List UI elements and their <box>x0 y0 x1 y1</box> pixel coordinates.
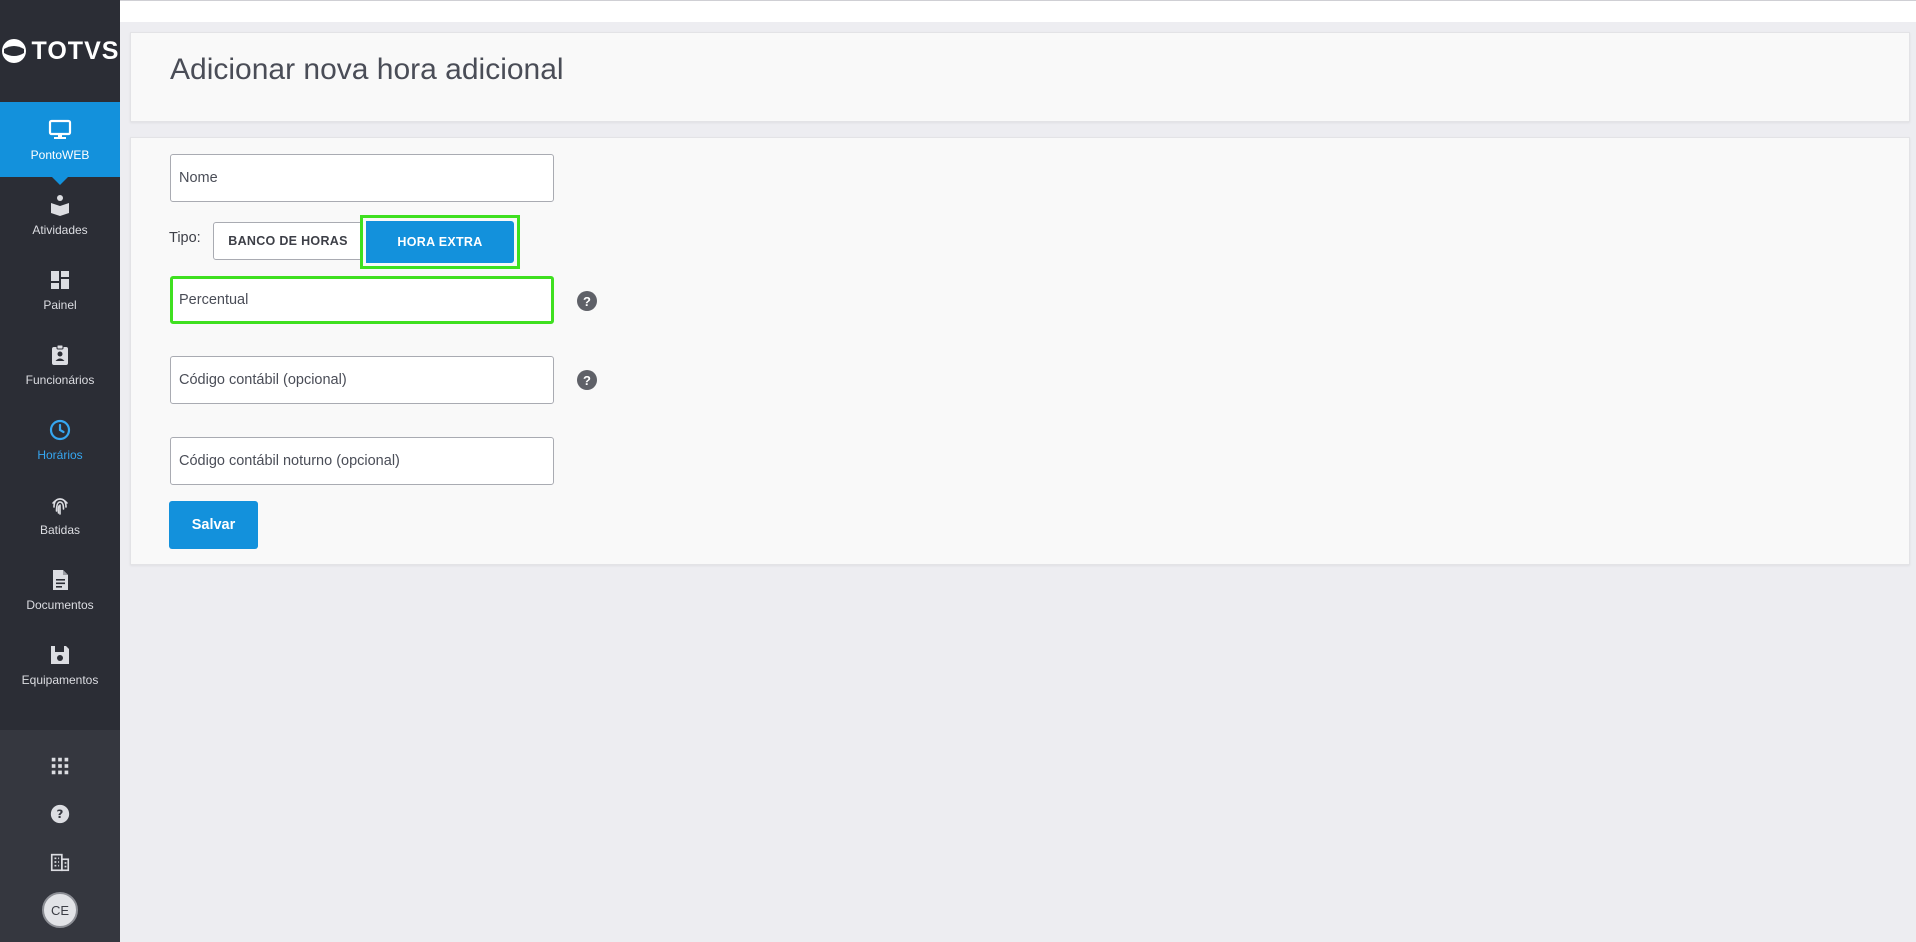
sidebar-item-label: PontoWEB <box>30 147 90 162</box>
sidebar-item-label: Painel <box>43 297 77 312</box>
sidebar-item-equipamentos[interactable]: Equipamentos <box>0 627 120 702</box>
tipo-banco-de-horas-button[interactable]: BANCO DE HORAS <box>213 222 363 260</box>
top-bar <box>120 0 1916 22</box>
clock-icon <box>49 419 71 440</box>
tipo-label: Tipo: <box>169 230 201 246</box>
floppy-icon <box>51 645 69 664</box>
sidebar-item-label: Batidas <box>39 522 81 537</box>
building-icon <box>50 853 70 872</box>
document-icon <box>53 569 68 590</box>
monitor-icon <box>48 119 72 139</box>
company-button[interactable] <box>0 838 120 886</box>
avatar: CE <box>42 892 78 928</box>
codigo-contabil-help-icon[interactable]: ? <box>577 370 597 390</box>
tipo-hora-extra-button[interactable]: HORA EXTRA <box>366 221 514 263</box>
sidebar-item-painel[interactable]: Painel <box>0 252 120 327</box>
codigo-contabil-input[interactable] <box>170 356 554 404</box>
dashboard-icon <box>51 270 69 289</box>
fingerprint-icon <box>52 497 68 515</box>
sidebar-item-batidas[interactable]: Batidas <box>0 477 120 552</box>
sidebar-item-label: Horários <box>37 447 83 462</box>
sidebar-item-documentos[interactable]: Documentos <box>0 552 120 627</box>
sidebar: TOTVS PontoWEB Atividades Painel Funcion… <box>0 0 120 942</box>
sidebar-item-pontoweb[interactable]: PontoWEB <box>0 102 120 185</box>
sidebar-item-atividades[interactable]: Atividades <box>0 177 120 252</box>
sidebar-item-funcionarios[interactable]: Funcionários <box>0 327 120 402</box>
sidebar-item-label: Equipamentos <box>21 672 99 687</box>
header-card: Adicionar nova hora adicional <box>130 32 1910 122</box>
sidebar-bottom: ? CE <box>0 730 120 942</box>
save-button[interactable]: Salvar <box>169 501 258 549</box>
sidebar-item-label: Atividades <box>32 222 88 237</box>
percentual-help-icon[interactable]: ? <box>577 291 597 311</box>
percentual-input[interactable] <box>170 276 554 324</box>
totvs-logo-icon <box>1 39 26 63</box>
badge-icon <box>52 344 68 365</box>
sidebar-item-label: Documentos <box>26 597 94 612</box>
sidebar-item-horarios[interactable]: Horários <box>0 402 120 477</box>
codigo-contabil-noturno-input[interactable] <box>170 437 554 485</box>
page-title: Adicionar nova hora adicional <box>170 53 564 86</box>
book-reader-icon <box>51 194 69 216</box>
nome-input[interactable] <box>170 154 554 202</box>
form-card: Tipo: BANCO DE HORAS HORA EXTRA ? ? Salv… <box>130 137 1910 565</box>
brand-name: TOTVS <box>31 36 120 65</box>
apps-grid-icon <box>51 757 69 775</box>
tipo-hora-extra-highlight: HORA EXTRA <box>360 215 520 269</box>
help-circle-icon: ? <box>50 804 70 824</box>
help-button[interactable]: ? <box>0 790 120 838</box>
user-menu[interactable]: CE <box>0 886 120 934</box>
svg-text:?: ? <box>57 807 64 821</box>
totvs-logo[interactable]: TOTVS <box>0 0 120 102</box>
sidebar-item-label: Funcionários <box>25 372 95 387</box>
apps-button[interactable] <box>0 742 120 790</box>
